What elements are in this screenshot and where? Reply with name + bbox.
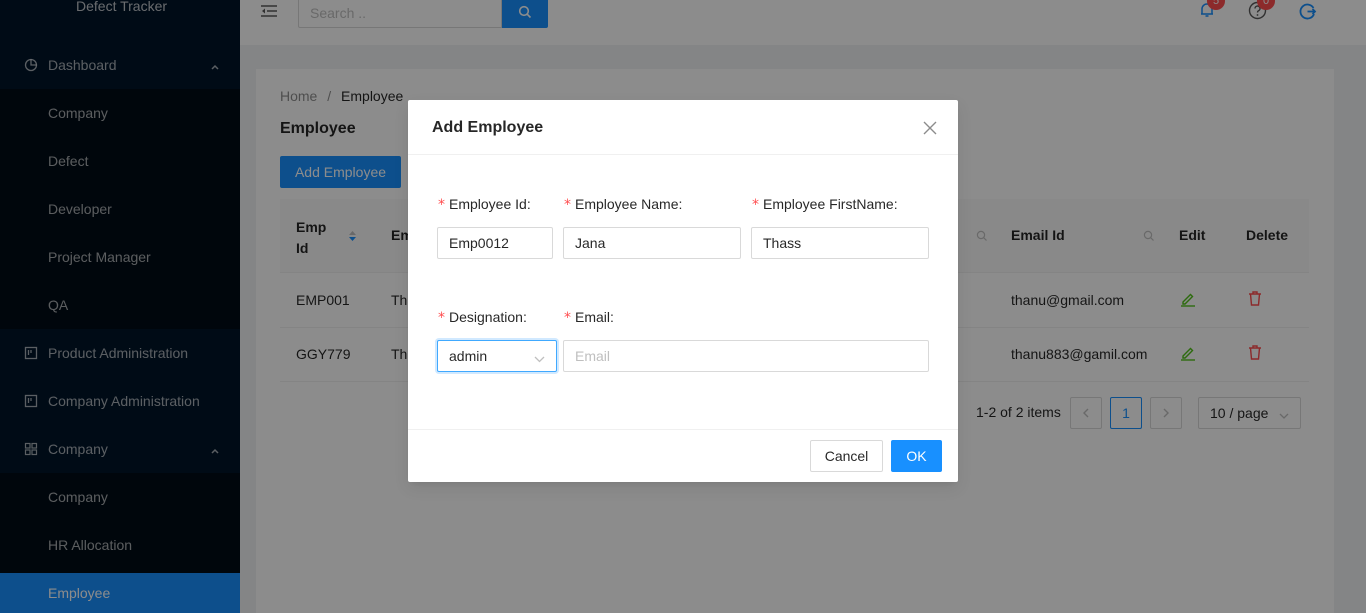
modal-header: Add Employee [408, 100, 958, 155]
employee-id-label: * Employee Id: [438, 196, 531, 213]
email-input[interactable] [563, 340, 929, 372]
designation-select[interactable]: admin [437, 340, 557, 372]
modal-title: Add Employee [432, 119, 544, 136]
designation-label: * Designation: [438, 309, 527, 326]
close-icon[interactable] [922, 120, 938, 136]
employee-id-input[interactable] [437, 227, 553, 259]
ok-button[interactable]: OK [891, 440, 942, 472]
employee-name-input[interactable] [563, 227, 741, 259]
modal-footer: Cancel OK [408, 429, 958, 482]
employee-firstname-label: * Employee FirstName: [752, 196, 898, 213]
cancel-button[interactable]: Cancel [810, 440, 883, 472]
designation-value: admin [449, 348, 488, 364]
employee-name-label: * Employee Name: [564, 196, 683, 213]
add-employee-modal: Add Employee *Employee Id: *Employee Nam… [408, 100, 958, 482]
email-label: * Email: [564, 309, 614, 326]
employee-firstname-input[interactable] [751, 227, 929, 259]
chevron-down-icon [534, 351, 545, 367]
